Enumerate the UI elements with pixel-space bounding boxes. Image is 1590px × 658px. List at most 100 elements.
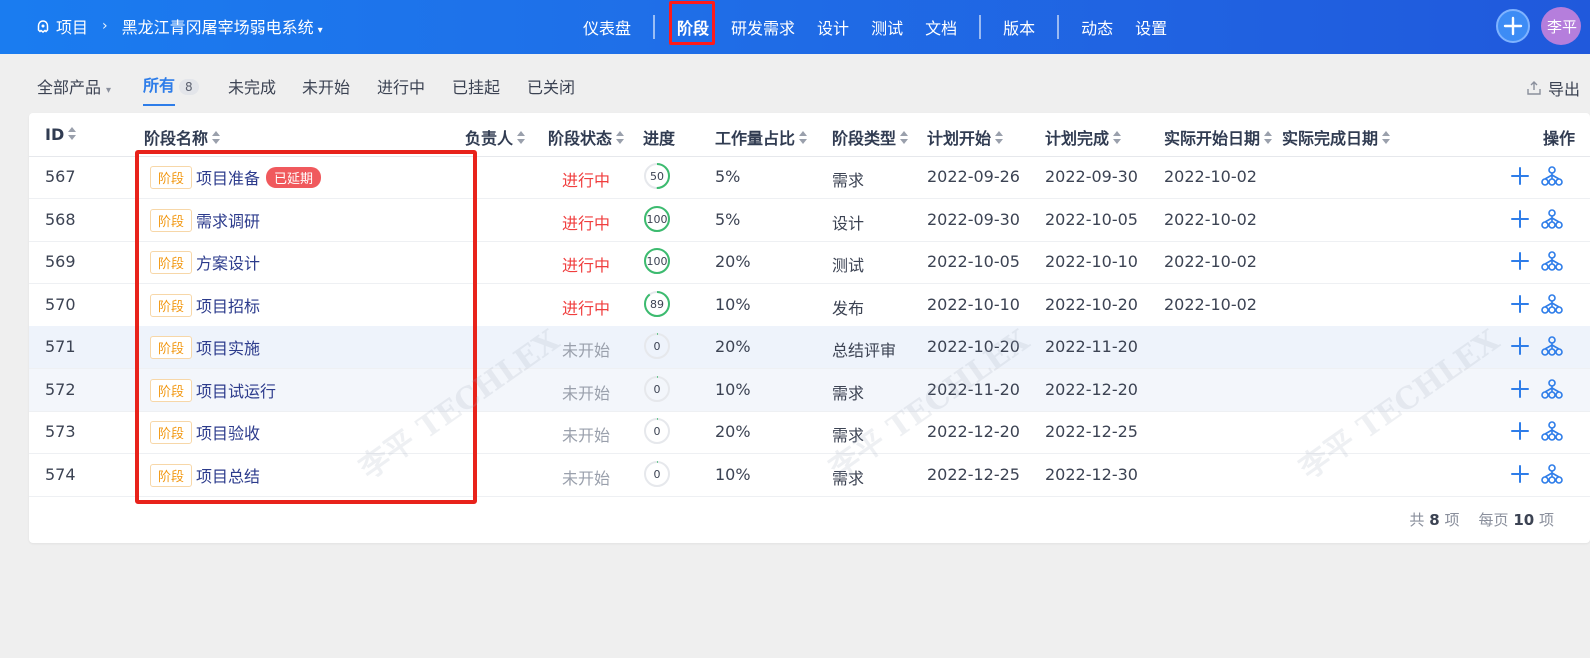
col-owner[interactable]: 负责人 (465, 125, 526, 149)
sitemap-icon[interactable] (1541, 208, 1563, 230)
cell-stage-name: 阶段 项目总结 (150, 463, 260, 487)
col-type[interactable]: 阶段类型 (832, 125, 909, 149)
plus-icon[interactable] (1509, 335, 1531, 357)
pager-text: 共 (1409, 511, 1425, 529)
progress-ring: 89 (644, 290, 670, 317)
col-plan-start[interactable]: 计划开始 (927, 125, 1004, 149)
stage-name-link[interactable]: 项目验收 (196, 424, 260, 443)
cell-id: 569 (45, 252, 76, 271)
filter-toolbar: 全部产品 ▾ 所有 8 未完成 未开始 进行中 已挂起 已关闭 导出 (0, 54, 1590, 114)
progress-ring: 100 (644, 248, 670, 274)
cell-stage-name: 阶段 项目试运行 (150, 378, 276, 402)
nav-release[interactable]: 版本 (1003, 15, 1035, 39)
stage-name-link[interactable]: 项目准备 (196, 169, 260, 188)
col-id[interactable]: ID (45, 125, 77, 144)
sitemap-icon[interactable] (1541, 378, 1563, 400)
sitemap-icon[interactable] (1541, 335, 1563, 357)
pager-text: 每页 (1478, 511, 1509, 529)
nav-docs[interactable]: 文档 (925, 15, 957, 39)
table-row[interactable]: 573 阶段 项目验收 未开始 0 20% 需求 2022-12-20 2022-12-25 (29, 411, 1590, 454)
plus-icon[interactable] (1509, 420, 1531, 442)
nav-requirements[interactable]: 研发需求 (731, 15, 795, 39)
col-name[interactable]: 阶段名称 (144, 125, 221, 149)
cell-workload: 5% (715, 167, 741, 186)
tab-closed[interactable]: 已关闭 (527, 74, 575, 98)
cell-stage-name: 阶段 需求调研 (150, 208, 260, 232)
plus-icon[interactable] (1509, 250, 1531, 272)
stage-name-link[interactable]: 需求调研 (196, 212, 260, 231)
avatar[interactable]: 李平 (1541, 7, 1581, 45)
stage-name-link[interactable]: 项目招标 (196, 297, 260, 316)
nav-stage[interactable]: 阶段 (669, 1, 716, 45)
progress-value: 50 (650, 170, 664, 183)
tab-in-progress[interactable]: 进行中 (377, 74, 425, 98)
sort-icon (995, 131, 1004, 145)
plus-icon[interactable] (1509, 463, 1531, 485)
col-progress: 进度 (643, 129, 676, 148)
table-row[interactable]: 571 阶段 项目实施 未开始 0 20% 总结评审 2022-10-20 2022-11-20 (29, 326, 1590, 369)
stage-name-link[interactable]: 项目总结 (196, 467, 260, 486)
tab-suspended[interactable]: 已挂起 (452, 74, 500, 98)
col-actions: 操作 (1543, 129, 1576, 148)
progress-value: 0 (654, 383, 661, 396)
cell-stage-name: 阶段 方案设计 (150, 250, 260, 274)
sort-icon (517, 131, 526, 145)
stage-name-link[interactable]: 项目实施 (196, 339, 260, 358)
plus-icon[interactable] (1509, 165, 1531, 187)
stage-name-link[interactable]: 方案设计 (196, 254, 260, 273)
plus-icon[interactable] (1509, 208, 1531, 230)
tab-not-started[interactable]: 未开始 (302, 74, 350, 98)
sitemap-icon[interactable] (1541, 293, 1563, 315)
nav-test[interactable]: 测试 (871, 15, 903, 39)
tab-all-label: 所有 (143, 76, 176, 95)
stage-tag: 阶段 (150, 336, 193, 359)
tab-all[interactable]: 所有 8 (143, 72, 199, 106)
table-row[interactable]: 572 阶段 项目试运行 未开始 0 10% 需求 2022-11-20 2022-12-20 (29, 368, 1590, 412)
cell-plan-end: 2022-09-30 (1045, 167, 1138, 186)
create-button[interactable] (1496, 9, 1530, 43)
sort-icon (799, 131, 808, 145)
nav-activity[interactable]: 动态 (1081, 15, 1113, 39)
cell-real-start: 2022-10-02 (1164, 209, 1257, 229)
product-filter-dropdown[interactable]: 全部产品 ▾ (37, 74, 111, 98)
cell-id: 572 (45, 379, 76, 399)
sitemap-icon[interactable] (1541, 463, 1563, 485)
col-real-start[interactable]: 实际开始日期 (1164, 125, 1273, 149)
nav-settings[interactable]: 设置 (1135, 15, 1167, 39)
pager-text: 项 (1538, 511, 1554, 529)
cell-real-start: 2022-10-02 (1164, 294, 1257, 314)
breadcrumb-project[interactable]: 项目 (56, 14, 88, 38)
cell-type: 需求 (832, 171, 865, 190)
table-row[interactable]: 569 阶段 方案设计 进行中 100 20% 测试 2022-10-05 2022-10-10… (29, 241, 1590, 284)
stage-name-link[interactable]: 项目试运行 (196, 382, 276, 401)
col-real-end[interactable]: 实际完成日期 (1282, 125, 1391, 149)
per-page-selector[interactable]: 每页 10 项 (1479, 511, 1554, 529)
row-actions (1509, 165, 1563, 187)
sitemap-icon[interactable] (1541, 165, 1563, 187)
cell-plan-start: 2022-12-25 (927, 464, 1020, 484)
col-label: 负责人 (465, 129, 514, 148)
export-label: 导出 (1548, 80, 1581, 99)
table-row[interactable]: 567 阶段 项目准备 已延期 进行中 50 5% 需求 2022-09-26 2022-09-3… (29, 156, 1590, 199)
col-status[interactable]: 阶段状态 (548, 125, 625, 149)
col-plan-end[interactable]: 计划完成 (1045, 125, 1122, 149)
nav-design[interactable]: 设计 (817, 15, 849, 39)
table-row[interactable]: 574 阶段 项目总结 未开始 0 10% 需求 2022-12-25 2022-12-30 (29, 454, 1590, 497)
col-workload[interactable]: 工作量占比 (715, 125, 808, 149)
table-row[interactable]: 568 阶段 需求调研 进行中 100 5% 设计 2022-09-30 2022-10-05 2… (29, 199, 1590, 242)
project-name-dropdown[interactable]: 黑龙江青冈屠宰场弱电系统 ▾ (122, 14, 323, 38)
table-row[interactable]: 570 阶段 项目招标 进行中 89 10% 发布 2022-10-10 2022-10-20 2… (29, 284, 1590, 327)
nav-divider (979, 15, 982, 39)
nav-dashboard[interactable]: 仪表盘 (583, 15, 631, 39)
export-button[interactable]: 导出 (1526, 76, 1580, 100)
plus-icon[interactable] (1509, 378, 1531, 400)
plus-icon[interactable] (1509, 293, 1531, 315)
sort-icon (212, 131, 221, 145)
row-actions (1509, 250, 1563, 272)
col-label: 阶段类型 (832, 129, 897, 148)
sitemap-icon[interactable] (1541, 250, 1563, 272)
sitemap-icon[interactable] (1541, 420, 1563, 442)
tab-undone[interactable]: 未完成 (228, 74, 276, 98)
export-icon (1527, 81, 1541, 95)
row-actions (1509, 378, 1563, 400)
